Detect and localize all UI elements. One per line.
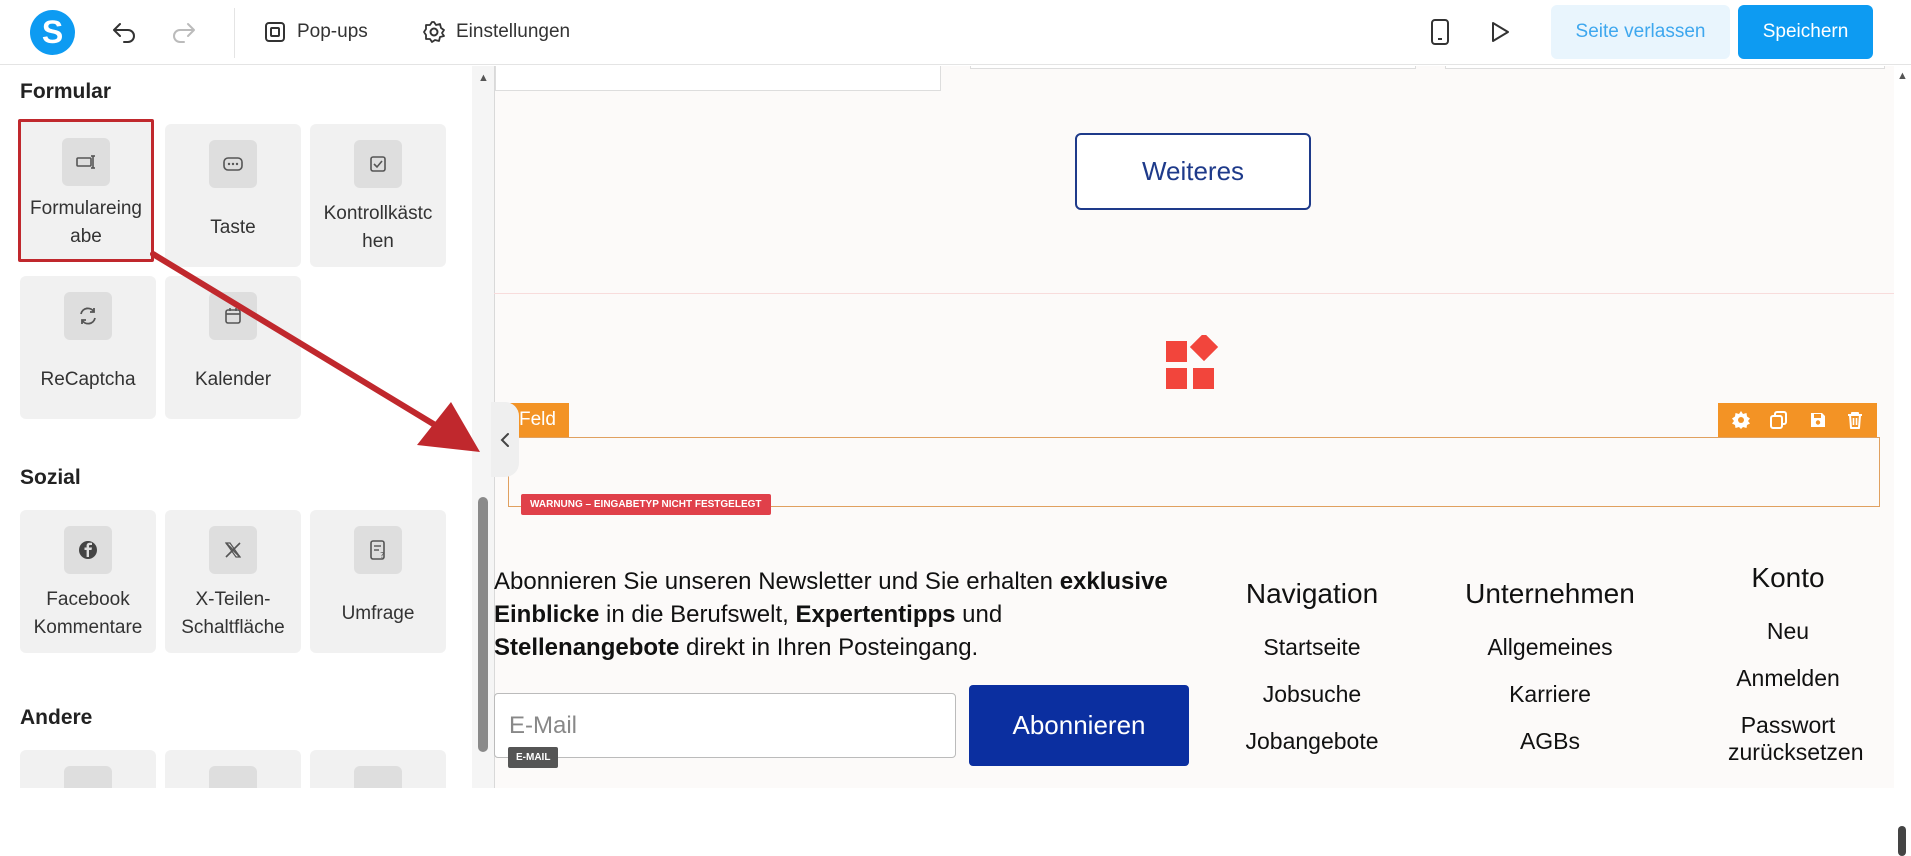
button-icon	[209, 140, 257, 188]
mobile-preview-icon[interactable]	[1424, 16, 1456, 48]
newsletter-part: Abonnieren Sie unseren Newsletter und Si…	[494, 568, 1060, 595]
footer-link[interactable]: Jobangebote	[1192, 728, 1432, 755]
email-placeholder: E-Mail	[509, 711, 578, 739]
tile-umfrage[interactable]: ? Umfrage	[310, 510, 446, 653]
tile-taste[interactable]: Taste	[165, 124, 301, 267]
popup-icon	[263, 20, 287, 44]
survey-icon: ?	[354, 526, 402, 574]
leave-page-button[interactable]: Seite verlassen	[1551, 5, 1730, 59]
top-toolbar: S Pop-ups Einstellungen Seite verlassen …	[0, 0, 1911, 65]
popups-button[interactable]: Pop-ups	[263, 16, 368, 48]
footer-column-konto: Konto Neu Anmelden Passwort zurücksetzen	[1668, 562, 1908, 766]
scroll-up-arrow-icon[interactable]: ▲	[478, 72, 489, 84]
footer-heading: Navigation	[1245, 578, 1379, 609]
footer-link[interactable]: Anmelden	[1668, 665, 1908, 692]
svg-text:?: ?	[380, 551, 384, 560]
newsletter-part: in die Berufswelt,	[599, 601, 796, 628]
gear-icon	[422, 20, 446, 44]
save-icon[interactable]	[1808, 410, 1828, 430]
field-toolbar	[1718, 403, 1877, 437]
canvas-scrollbar[interactable]: ▲	[1894, 66, 1911, 856]
newsletter-text: Abonnieren Sie unseren Newsletter und Si…	[494, 565, 1194, 664]
newsletter-part: und	[955, 601, 1003, 628]
toolbar-divider	[234, 8, 235, 58]
chevron-left-icon	[499, 431, 511, 449]
section-title-formular: Formular	[20, 80, 112, 103]
tile-label: Umfrage	[341, 602, 415, 624]
tile-label: Facebook Kommentare	[33, 588, 143, 638]
section-divider	[494, 293, 1894, 294]
settings-label: Einstellungen	[456, 21, 571, 42]
footer-link[interactable]: Jobsuche	[1192, 681, 1432, 708]
tile-andere-3[interactable]	[310, 750, 446, 788]
newsletter-bold: Expertentipps	[795, 601, 956, 628]
gear-icon[interactable]	[1731, 410, 1751, 430]
tile-formulareingabe[interactable]: Formulareing abe	[18, 119, 154, 262]
tile-label: Formulareing abe	[30, 197, 142, 247]
section-title-andere: Andere	[20, 706, 93, 729]
footer-heading: Konto	[1751, 562, 1825, 593]
placeholder-icon	[209, 766, 257, 788]
section-title-sozial: Sozial	[20, 466, 81, 489]
footer-column-unternehmen: Unternehmen Allgemeines Karriere AGBs	[1430, 578, 1670, 755]
canvas-scrollbar-thumb[interactable]	[1898, 826, 1906, 856]
duplicate-icon[interactable]	[1769, 410, 1789, 430]
tile-x-share[interactable]: X-Teilen-Schaltfläche	[165, 510, 301, 653]
weiteres-button[interactable]: Weiteres	[1075, 133, 1311, 210]
app-logo[interactable]: S	[30, 10, 75, 55]
tile-label: ReCaptcha	[40, 368, 136, 390]
tile-label: X-Teilen-Schaltfläche	[181, 588, 285, 638]
refresh-icon	[64, 292, 112, 340]
collapse-sidebar-button[interactable]	[491, 402, 519, 477]
footer-link[interactable]: Neu	[1668, 618, 1908, 645]
card-stub	[495, 66, 941, 91]
footer-link[interactable]: AGBs	[1430, 728, 1670, 755]
tile-recaptcha[interactable]: ReCaptcha	[20, 276, 156, 419]
newsletter-part: direkt in Ihren Posteingang.	[679, 634, 979, 661]
footer-link[interactable]: Allgemeines	[1430, 634, 1670, 661]
redo-icon[interactable]	[168, 16, 200, 48]
x-logo-icon	[209, 526, 257, 574]
tile-andere-1[interactable]	[20, 750, 156, 788]
popups-label: Pop-ups	[297, 21, 368, 42]
trash-icon[interactable]	[1846, 410, 1864, 430]
undo-icon[interactable]	[108, 16, 140, 48]
footer-link[interactable]: Karriere	[1430, 681, 1670, 708]
annotation-arrow	[150, 250, 490, 460]
footer-link[interactable]: Startseite	[1192, 634, 1432, 661]
play-icon[interactable]	[1484, 16, 1516, 48]
card-stub	[970, 66, 1416, 69]
scroll-up-arrow-icon[interactable]: ▲	[1897, 70, 1908, 82]
email-field-tag: E-MAIL	[508, 747, 559, 768]
shapes-logo-icon	[1164, 335, 1220, 391]
save-button[interactable]: Speichern	[1738, 5, 1873, 59]
placeholder-icon	[64, 766, 112, 788]
subscribe-button[interactable]: Abonnieren	[969, 685, 1189, 766]
warning-badge: WARNUNG – EINGABETYP NICHT FESTGELEGT	[521, 494, 771, 515]
email-field[interactable]: E-Mail	[494, 693, 956, 758]
card-stub	[1445, 66, 1885, 69]
footer-heading: Unternehmen	[1465, 578, 1635, 609]
newsletter-bold: Stellenangebote	[494, 634, 680, 661]
checkbox-icon	[354, 140, 402, 188]
sidebar-scrollbar-thumb[interactable]	[478, 497, 488, 752]
settings-button[interactable]: Einstellungen	[422, 16, 570, 48]
tile-facebook-kommentare[interactable]: Facebook Kommentare	[20, 510, 156, 653]
placeholder-icon	[354, 766, 402, 788]
footer-column-navigation: Navigation Startseite Jobsuche Jobangebo…	[1192, 578, 1432, 755]
tile-kontrollkaestchen[interactable]: Kontrollkästc hen	[310, 124, 446, 267]
form-input-icon	[62, 138, 110, 186]
tile-andere-2[interactable]	[165, 750, 301, 788]
facebook-icon	[64, 526, 112, 574]
footer-link[interactable]: Passwort zurücksetzen	[1668, 712, 1908, 766]
